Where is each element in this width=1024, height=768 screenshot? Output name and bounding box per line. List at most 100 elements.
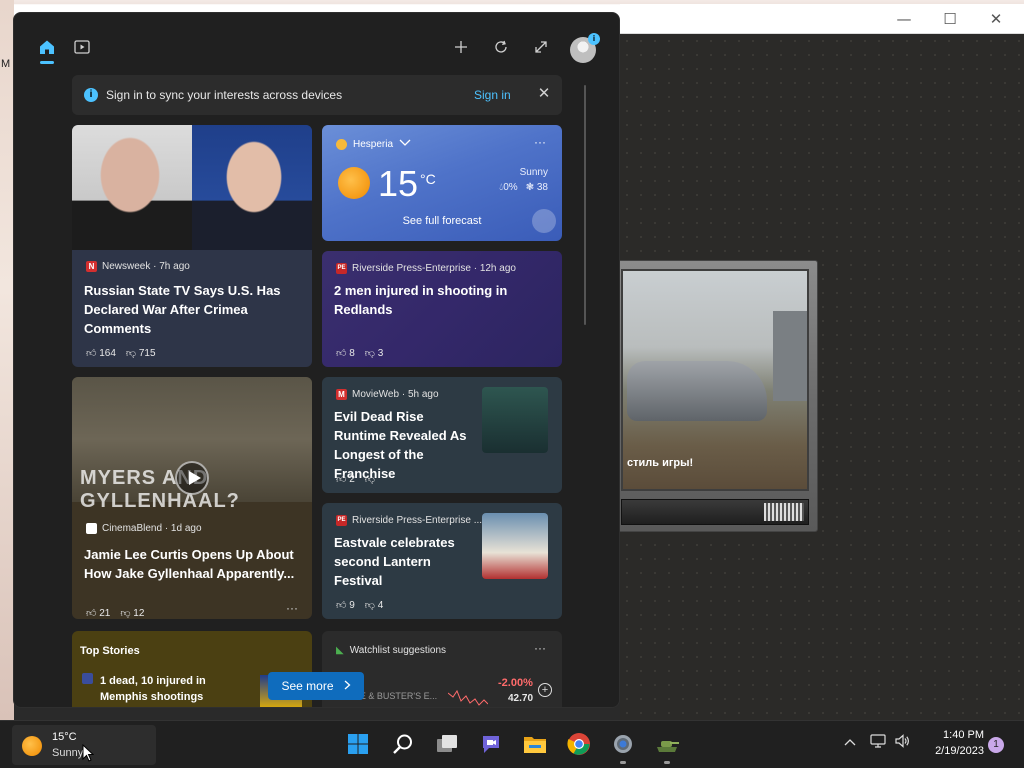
news-headline[interactable]: Jamie Lee Curtis Opens Up About How Jake… <box>84 545 299 583</box>
home-icon[interactable] <box>35 35 59 59</box>
settings-running-indicator <box>620 761 626 764</box>
chat-icon[interactable] <box>478 731 504 757</box>
news-image <box>72 125 312 250</box>
top-story-headline[interactable]: 1 dead, 10 injured in Memphis shootings <box>100 673 250 705</box>
clock-time[interactable]: 1:40 PM <box>920 729 984 741</box>
news-source-text: Riverside Press-Enterprise ... <box>352 515 483 526</box>
background-text: M <box>1 58 11 70</box>
precipitation: 💧︎0% <box>499 182 518 193</box>
dislike-button[interactable]: 👎︎ 12 <box>120 607 144 619</box>
stock-price: 42.70 <box>508 693 534 704</box>
show-hidden-icons-chevron-up-icon[interactable] <box>844 735 856 749</box>
thumbs-down-icon: 👎︎ <box>125 348 137 359</box>
desktop-background-left <box>0 0 14 720</box>
news-video-thumbnail[interactable]: MYERS AND GYLLENHAAL? <box>72 377 312 512</box>
like-button[interactable]: 👍︎ 164 <box>86 347 116 359</box>
news-card-newsweek[interactable]: N Newsweek · 7h ago Russian State TV Say… <box>72 125 312 367</box>
news-card-cinemablend[interactable]: MYERS AND GYLLENHAAL? CinemaBlend · 1d a… <box>72 377 312 619</box>
news-headline[interactable]: 2 men injured in shooting in Redlands <box>334 281 549 319</box>
file-explorer-icon[interactable] <box>522 731 548 757</box>
close-button[interactable]: ✕ <box>982 10 1010 28</box>
see-more-button[interactable]: See more <box>268 672 364 700</box>
dislike-button[interactable]: 👎︎ <box>365 473 375 485</box>
news-source-text: MovieWeb · 5h ago <box>352 389 439 400</box>
more-options-button[interactable]: ··· <box>534 641 546 655</box>
add-to-watchlist-icon[interactable]: + <box>538 683 552 697</box>
partly-sunny-icon <box>336 139 347 150</box>
thumbs-down-icon: 👎︎ <box>120 608 131 619</box>
add-icon[interactable] <box>449 35 473 59</box>
news-card-riverside-shooting[interactable]: PE Riverside Press-Enterprise · 12h ago … <box>322 251 562 367</box>
thumbs-up-icon: 👍︎ <box>336 348 347 359</box>
game-progress-bar <box>621 499 809 525</box>
more-options-button[interactable]: ··· <box>534 135 546 149</box>
news-thumbnail <box>482 387 548 453</box>
game-icon[interactable] <box>654 731 680 757</box>
like-button[interactable]: 👍︎ 9 <box>336 599 355 611</box>
weather-stats: 💧︎0% ❃ 38 <box>499 182 548 193</box>
notification-badge[interactable]: 1 <box>988 737 1004 753</box>
stock-change: -2.00% <box>498 677 533 689</box>
taskbar: 15°C Sunny 1:40 PM 2/19/2023 1 <box>0 720 1024 768</box>
volume-icon[interactable] <box>894 733 910 752</box>
dislike-button[interactable]: 👎︎ 3 <box>365 347 384 359</box>
maximize-button[interactable]: ☐ <box>936 10 964 28</box>
weather-card[interactable]: Hesperia ··· 15 °C Sunny 💧︎0% ❃ 38 See f… <box>322 125 562 241</box>
news-reactions: 👍︎ 21 👎︎ 12 <box>86 607 144 619</box>
thumbs-down-icon: 👎︎ <box>364 348 375 359</box>
widgets-panel: i i Sign in to sync your interests acros… <box>13 12 620 708</box>
news-reactions: 👍︎ 2 👎︎ <box>336 473 375 485</box>
news-card-movieweb[interactable]: M MovieWeb · 5h ago Evil Dead Rise Runti… <box>322 377 562 493</box>
weather-map-icon[interactable] <box>532 209 556 233</box>
weather-location[interactable]: Hesperia <box>336 139 411 150</box>
like-button[interactable]: 👍︎ 21 <box>86 607 110 619</box>
see-full-forecast-link[interactable]: See full forecast <box>322 215 562 227</box>
game-bar-grip <box>764 503 804 521</box>
news-headline[interactable]: Evil Dead Rise Runtime Revealed As Longe… <box>334 407 479 483</box>
network-icon[interactable] <box>870 733 886 752</box>
news-source: PE Riverside Press-Enterprise · 12h ago <box>336 263 516 274</box>
play-icon[interactable] <box>175 461 209 495</box>
news-thumbnail <box>482 513 548 579</box>
game-window[interactable]: стиль игры! <box>614 260 818 532</box>
news-reactions: 👍︎ 164 👎︎ 715 <box>86 347 156 359</box>
search-icon[interactable] <box>390 731 416 757</box>
news-source: PE Riverside Press-Enterprise ... <box>336 515 482 526</box>
windows-start-icon[interactable] <box>345 731 371 757</box>
thumbs-up-icon: 👍︎ <box>86 608 97 619</box>
minimize-button[interactable]: — <box>890 10 918 28</box>
news-headline[interactable]: Russian State TV Says U.S. Has Declared … <box>84 281 299 338</box>
chrome-icon[interactable] <box>566 731 592 757</box>
chevron-down-icon <box>399 139 411 150</box>
thumbs-down-icon: 👎︎ <box>364 600 375 611</box>
news-card-riverside-lantern[interactable]: PE Riverside Press-Enterprise ... Eastva… <box>322 503 562 619</box>
signin-link[interactable]: Sign in <box>474 88 511 102</box>
news-source: M MovieWeb · 5h ago <box>336 389 439 400</box>
settings-icon[interactable] <box>610 731 636 757</box>
close-icon[interactable]: ✕ <box>534 84 554 102</box>
thumbs-up-icon: 👍︎ <box>86 348 97 359</box>
expand-icon[interactable] <box>529 35 553 59</box>
news-headline[interactable]: Eastvale celebrates second Lantern Festi… <box>334 533 479 590</box>
dislike-button[interactable]: 👎︎ 715 <box>126 347 156 359</box>
taskbar-temperature: 15°C <box>52 731 77 743</box>
air-quality-icon: ❃ <box>525 182 535 193</box>
video-icon[interactable] <box>70 35 94 59</box>
game-screen[interactable]: стиль игры! <box>621 269 809 491</box>
press-enterprise-logo-icon: PE <box>336 515 347 526</box>
more-options-button[interactable]: ··· <box>286 601 298 615</box>
news-source: N Newsweek · 7h ago <box>86 261 190 272</box>
like-button[interactable]: 👍︎ 8 <box>336 347 355 359</box>
task-view-icon[interactable] <box>434 731 460 757</box>
thumbs-down-icon: 👎︎ <box>364 474 375 485</box>
chevron-right-icon <box>344 679 351 693</box>
signin-banner: i Sign in to sync your interests across … <box>72 75 562 115</box>
panel-scrollbar[interactable] <box>584 85 586 325</box>
news-source-text: Newsweek · 7h ago <box>102 261 190 272</box>
like-button[interactable]: 👍︎ 2 <box>336 473 355 485</box>
refresh-icon[interactable] <box>489 35 513 59</box>
background-window-titlebar: — ☐ ✕ <box>620 4 1024 34</box>
clock-date[interactable]: 2/19/2023 <box>920 745 984 757</box>
stock-chart-icon: ◣ <box>336 645 344 656</box>
dislike-button[interactable]: 👎︎ 4 <box>365 599 384 611</box>
